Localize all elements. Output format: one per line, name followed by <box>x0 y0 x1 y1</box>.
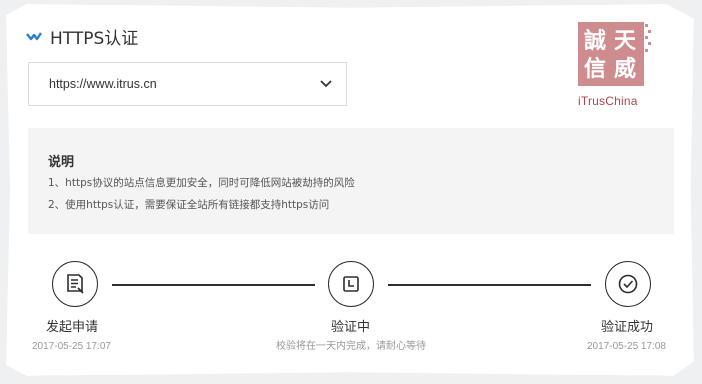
clock-icon <box>343 276 359 292</box>
notice-title: 说明 <box>48 155 75 170</box>
check-circle-icon <box>618 274 638 294</box>
domain-select-value: https://www.itrus.cn <box>49 77 157 91</box>
step-success-circle <box>605 261 651 307</box>
logo-char: 信 <box>584 56 607 82</box>
progress-line <box>112 284 315 286</box>
logo-char: 威 <box>614 56 637 82</box>
notice-panel: 说明 1、https协议的站点信息更加安全，同时可降低网站被劫持的风险 2、使用… <box>28 128 674 234</box>
notice-item: 2、使用https认证，需要保证全站所有链接都支持https访问 <box>48 199 330 211</box>
step-time: 2017-05-25 17:07 <box>32 341 111 352</box>
page-title: HTTPS认证 <box>50 29 139 49</box>
notice-item: 1、https协议的站点信息更加安全，同时可降低网站被劫持的风险 <box>48 177 355 189</box>
step-time: 2017-05-25 17:08 <box>587 341 666 352</box>
page-header: HTTPS认证 <box>26 24 138 49</box>
step-label: 验证中 <box>331 320 371 335</box>
progress-line <box>388 284 591 286</box>
step-label: 验证成功 <box>601 320 654 335</box>
logo-char: 誠 <box>584 28 607 54</box>
step-note: 校验将在一天内完成，请耐心等待 <box>276 341 426 352</box>
document-icon <box>67 274 84 294</box>
itruschina-logo: 誠 天 信 威 iTrusChina <box>578 22 652 112</box>
chevron-down-icon <box>320 80 332 88</box>
logo-caption: iTrusChina <box>578 94 638 108</box>
step-verifying-circle <box>328 261 374 307</box>
domain-select[interactable]: https://www.itrus.cn <box>28 62 347 106</box>
logo-char: 天 <box>614 28 637 54</box>
step-label: 发起申请 <box>46 320 99 335</box>
logo-seal: 誠 天 信 威 <box>578 22 644 86</box>
verified-check-icon <box>26 31 42 40</box>
logo-dots <box>645 24 651 52</box>
step-submit-circle <box>52 261 98 307</box>
